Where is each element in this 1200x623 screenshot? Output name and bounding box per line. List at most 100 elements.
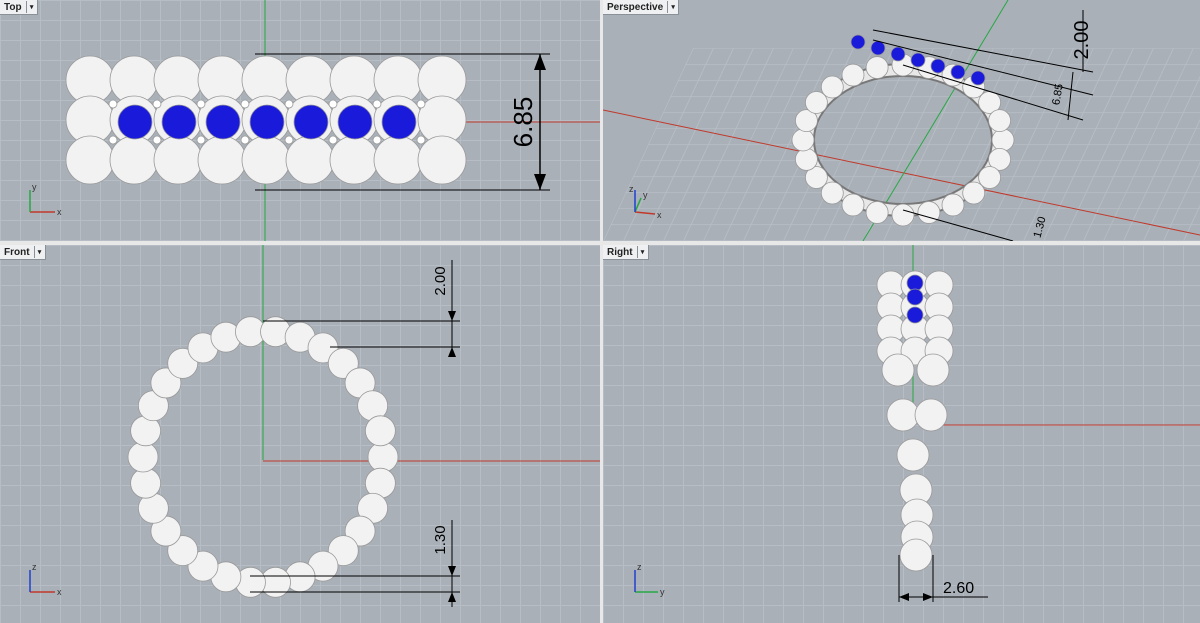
right-scene: 2.60 y z xyxy=(634,245,1200,602)
bead xyxy=(109,135,159,185)
prong xyxy=(372,99,382,109)
viewport-grid: 6.85 x y Top ▾ 2.00 6.85 1.30 x y z Pers… xyxy=(0,0,1200,623)
prong xyxy=(372,135,382,145)
svg-text:x: x xyxy=(57,587,62,597)
bead xyxy=(127,441,159,473)
svg-text:y: y xyxy=(660,587,665,597)
chevron-down-icon[interactable]: ▾ xyxy=(636,246,648,258)
gem xyxy=(910,52,926,68)
bead xyxy=(367,441,399,473)
bead xyxy=(791,128,815,152)
perspective-dim-top: 2.00 xyxy=(1071,21,1093,60)
viewport-tab-front[interactable]: Front ▾ xyxy=(0,245,46,260)
viewport-label-top: Top xyxy=(4,1,22,13)
svg-text:z: z xyxy=(637,562,642,572)
bead xyxy=(820,75,844,99)
top-dimension-label: 6.85 xyxy=(508,97,538,148)
svg-text:z: z xyxy=(32,562,37,572)
bead xyxy=(285,135,335,185)
prong xyxy=(328,99,338,109)
bead xyxy=(891,203,915,227)
perspective-scene: 2.00 6.85 1.30 x y z xyxy=(603,0,1200,241)
prong xyxy=(196,135,206,145)
viewport-top[interactable]: 6.85 x y Top ▾ xyxy=(0,0,600,241)
bead xyxy=(841,63,865,87)
front-dim-bottom: 1.30 xyxy=(432,525,449,554)
bead xyxy=(241,135,291,185)
gem xyxy=(205,104,241,140)
gem xyxy=(950,64,966,80)
bead xyxy=(914,398,948,432)
prong xyxy=(196,99,206,109)
viewport-label-perspective: Perspective xyxy=(607,1,664,13)
bead xyxy=(197,135,247,185)
viewport-label-front: Front xyxy=(4,246,30,258)
bead xyxy=(917,201,941,224)
axis-triad-front: x z xyxy=(29,562,62,597)
bead xyxy=(881,353,915,387)
viewport-label-right: Right xyxy=(607,246,633,258)
prong xyxy=(284,99,294,109)
chevron-down-icon[interactable]: ▾ xyxy=(667,1,678,13)
viewport-front[interactable]: 2.00 1.30 x z Front ▾ xyxy=(0,245,600,623)
gem xyxy=(906,306,924,324)
axis-triad-perspective: x y z xyxy=(629,184,662,220)
viewport-tab-top[interactable]: Top ▾ xyxy=(0,0,38,15)
gem xyxy=(381,104,417,140)
bead xyxy=(941,193,965,217)
gem xyxy=(293,104,329,140)
axis-triad-right: y z xyxy=(634,562,665,597)
gem xyxy=(850,34,866,50)
viewport-perspective[interactable]: 2.00 6.85 1.30 x y z Perspective ▾ xyxy=(603,0,1200,241)
bead xyxy=(865,201,889,224)
gem xyxy=(970,70,986,86)
viewport-tab-perspective[interactable]: Perspective ▾ xyxy=(603,0,680,15)
prong xyxy=(152,99,162,109)
prong xyxy=(240,99,250,109)
bead xyxy=(886,398,920,432)
viewport-tab-right[interactable]: Right ▾ xyxy=(603,245,649,260)
prong xyxy=(240,135,250,145)
bead xyxy=(364,415,396,447)
perspective-dim-mid: 6.85 xyxy=(1050,83,1066,106)
gem xyxy=(930,58,946,74)
front-dim-top: 2.00 xyxy=(432,266,449,295)
prong xyxy=(416,99,426,109)
bead xyxy=(896,438,930,472)
prong xyxy=(108,99,118,109)
perspective-dim-bottom: 1.30 xyxy=(1032,215,1049,239)
svg-text:x: x xyxy=(57,207,62,217)
gem xyxy=(870,40,886,56)
svg-text:x: x xyxy=(657,210,662,220)
axis-triad-top: x y xyxy=(29,182,62,217)
bead xyxy=(329,135,379,185)
gem xyxy=(249,104,285,140)
bead xyxy=(865,56,889,79)
svg-text:z: z xyxy=(629,184,634,194)
prong xyxy=(328,135,338,145)
right-dim-label: 2.60 xyxy=(943,580,974,597)
svg-text:y: y xyxy=(32,182,37,192)
gem xyxy=(890,46,906,62)
bead xyxy=(988,109,1011,132)
svg-text:y: y xyxy=(643,190,648,200)
bead xyxy=(899,538,933,572)
gem xyxy=(906,288,924,306)
bead xyxy=(916,353,950,387)
viewport-right[interactable]: 2.60 y z Right ▾ xyxy=(603,245,1200,623)
front-scene: 2.00 1.30 x z xyxy=(29,245,600,607)
prong xyxy=(108,135,118,145)
bead xyxy=(962,181,986,205)
chevron-down-icon[interactable]: ▾ xyxy=(33,246,45,258)
bead xyxy=(991,128,1015,152)
chevron-down-icon[interactable]: ▾ xyxy=(25,1,37,13)
top-scene: 6.85 x y xyxy=(29,0,600,241)
bead xyxy=(417,135,467,185)
bead xyxy=(65,135,115,185)
bead xyxy=(841,193,865,217)
bead xyxy=(373,135,423,185)
prong xyxy=(284,135,294,145)
prong xyxy=(152,135,162,145)
prong xyxy=(416,135,426,145)
gem xyxy=(337,104,373,140)
